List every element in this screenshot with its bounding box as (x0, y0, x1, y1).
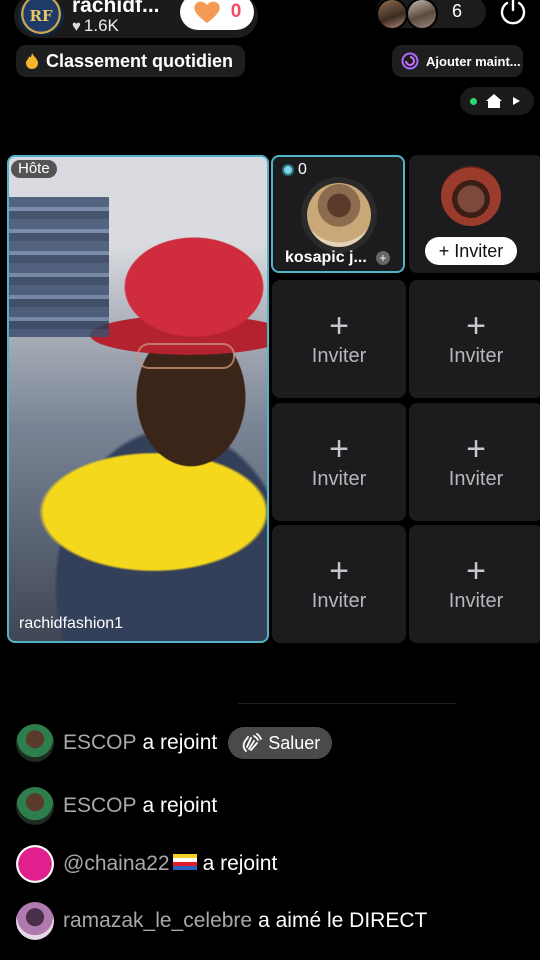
daily-ranking-badge[interactable]: Classement quotidien (16, 45, 246, 77)
fire-icon (26, 53, 38, 69)
invite-slot-label: Inviter (311, 467, 367, 490)
guest-name: kosapic j... (285, 249, 367, 266)
power-icon[interactable] (498, 0, 528, 26)
score-icon (282, 164, 294, 176)
user-avatar[interactable] (16, 902, 54, 940)
invite-slot-label: Inviter (448, 589, 504, 612)
user-avatar[interactable] (16, 724, 54, 762)
plus-icon: + (466, 429, 486, 468)
feed-username-text: @chaina22 (63, 852, 170, 875)
plus-icon: + (329, 306, 349, 345)
swirl-icon (401, 52, 419, 70)
comoros-flag-icon (172, 854, 197, 871)
user-avatar[interactable] (16, 845, 54, 883)
salute-label: Saluer (268, 732, 321, 753)
guest-avatar[interactable] (307, 183, 371, 247)
wave-icon (242, 733, 263, 752)
host-likes: ♥ 1.6K (72, 16, 119, 36)
feed-action: a rejoint (142, 794, 218, 817)
feed-item: ramazak_le_celebre a aimé le DIRECT (16, 902, 427, 940)
feed-username[interactable]: ESCOP (63, 731, 137, 755)
invite-slot[interactable]: + Inviter (272, 280, 406, 398)
live-status-dot (470, 97, 477, 105)
feed-username[interactable]: ramazak_le_celebre (63, 909, 252, 933)
invitee-avatar[interactable] (441, 166, 501, 226)
feed-item: ESCOP a rejoint (16, 787, 217, 825)
feed-username[interactable]: @chaina22 (63, 852, 197, 876)
live-controls[interactable] (460, 87, 534, 115)
viewer-count: 6 (452, 1, 463, 21)
gift-count: 0 (230, 1, 242, 22)
invite-slot-label: Inviter (311, 589, 367, 612)
invite-slot[interactable]: + Inviter (272, 525, 406, 643)
gift-button[interactable]: 0 (180, 0, 254, 30)
heart-icon: ♥ (72, 18, 81, 35)
invite-slot-label: Inviter (311, 344, 367, 367)
host-username: rachidfashion1 (19, 615, 124, 632)
feed-username[interactable]: ESCOP (63, 794, 137, 818)
follow-guest-button[interactable]: + (376, 251, 390, 265)
feed-action: a rejoint (202, 852, 278, 875)
user-avatar[interactable] (16, 787, 54, 825)
feed-action: a rejoint (142, 731, 218, 754)
salute-button[interactable]: Saluer (228, 727, 333, 759)
invite-slot[interactable]: + Inviter (409, 280, 540, 398)
background-shelf (9, 197, 109, 337)
home-icon[interactable] (485, 92, 503, 110)
daily-ranking-label: Classement quotidien (46, 50, 234, 71)
invite-slot-label: Inviter (448, 344, 504, 367)
add-now-label: Ajouter maint... (426, 53, 521, 69)
feed-action: a aimé le DIRECT (258, 909, 428, 932)
invite-button[interactable]: + Inviter (425, 237, 517, 265)
divider (238, 703, 456, 704)
host-logo-text: RF (29, 7, 53, 25)
host-glasses (137, 343, 235, 369)
guest-score-value: 0 (298, 161, 307, 178)
invite-slot[interactable]: + Inviter (272, 403, 406, 521)
plus-icon: + (466, 306, 486, 345)
add-now-button[interactable]: Ajouter maint... (392, 45, 523, 77)
feed-item: ESCOP a rejoint Saluer (16, 724, 333, 762)
invite-slot[interactable]: + Inviter (409, 403, 540, 521)
host-badge: Hôte (11, 160, 57, 178)
play-icon[interactable] (511, 96, 521, 106)
host-likes-count: 1.6K (83, 16, 119, 35)
host-video-tile[interactable] (7, 155, 269, 643)
invite-slot[interactable]: + Inviter (409, 525, 540, 643)
plus-icon: + (466, 551, 486, 590)
feed-item: @chaina22 a rejoint (16, 845, 277, 883)
invite-slot-label: Inviter (448, 467, 504, 490)
guest-score: 0 (282, 161, 307, 179)
gift-heart-icon (194, 1, 220, 23)
plus-icon: + (329, 429, 349, 468)
plus-icon: + (329, 551, 349, 590)
